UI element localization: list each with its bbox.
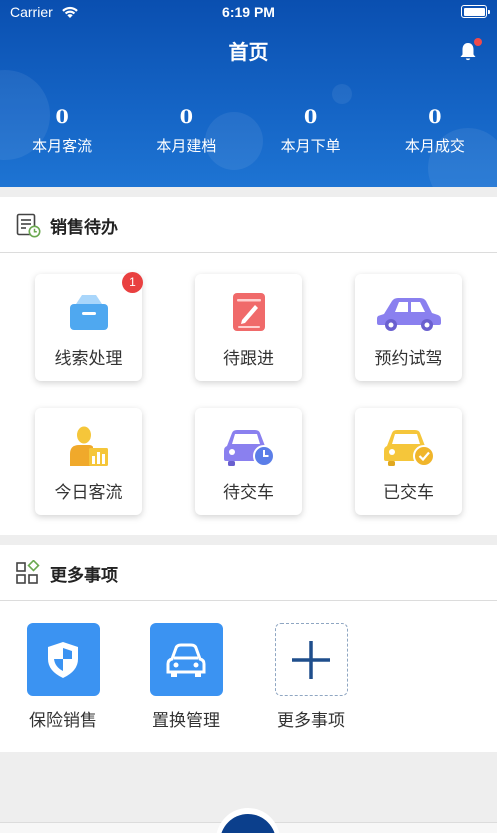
card-label: 预约试驾: [374, 349, 443, 369]
sales-todo-section: 销售待办 线索处理 1 待跟进 预约试驾 今日客流 待交车 已交车: [0, 197, 497, 535]
more-trade-in-management[interactable]: 置换管理: [141, 623, 231, 731]
card-pending-followup[interactable]: 待跟进: [195, 274, 302, 381]
stat-value: 0: [304, 106, 318, 128]
card-delivered[interactable]: 已交车: [355, 408, 462, 515]
stat-monthly-orders[interactable]: 0 本月下单: [249, 104, 373, 156]
status-bar: Carrier 6:19 PM: [0, 0, 497, 26]
stat-value: 0: [179, 106, 193, 128]
count-badge: 1: [122, 272, 143, 293]
more-label: 保险销售: [29, 711, 97, 731]
monthly-stats: 0 本月客流 0 本月建档 0 本月下单 0 本月成交: [0, 104, 497, 156]
more-label: 置换管理: [152, 711, 220, 731]
card-pending-delivery[interactable]: 待交车: [195, 408, 302, 515]
card-label: 待交车: [223, 483, 274, 503]
stat-label: 本月客流: [32, 137, 93, 155]
stat-monthly-files[interactable]: 0 本月建档: [124, 104, 248, 156]
stat-value: 0: [55, 106, 69, 128]
more-label: 更多事项: [277, 711, 345, 731]
car-front-icon: [166, 643, 206, 677]
header: Carrier 6:19 PM 首页 0 本月客流 0 本月建档 0 本月下单 …: [0, 0, 497, 187]
car-side-icon: [376, 298, 441, 331]
car-clock-icon: [223, 430, 275, 467]
stat-label: 本月下单: [280, 137, 341, 155]
stat-label: 本月建档: [156, 137, 217, 155]
section-title: 更多事项: [50, 566, 118, 586]
more-insurance-sales[interactable]: 保险销售: [18, 623, 108, 731]
card-label: 已交车: [383, 483, 434, 503]
sales-todo-header: 销售待办: [0, 197, 497, 253]
card-label: 今日客流: [54, 483, 123, 503]
battery-icon: [461, 5, 490, 18]
notebook-icon: [232, 293, 265, 331]
stat-monthly-deals[interactable]: 0 本月成交: [373, 104, 497, 156]
page-title: 首页: [228, 40, 269, 64]
person-chart-icon: [69, 426, 108, 466]
card-label: 待跟进: [223, 349, 274, 369]
car-check-icon: [383, 430, 435, 467]
grid-icon: [16, 560, 40, 584]
clock: 6:19 PM: [222, 4, 275, 20]
section-title: 销售待办: [50, 218, 118, 238]
card-test-drive-booking[interactable]: 预约试驾: [355, 274, 462, 381]
stat-label: 本月成交: [404, 137, 465, 155]
more-items-section: 更多事项 保险销售 置换管理 更多事项: [0, 545, 497, 752]
more-other-items[interactable]: 更多事项: [266, 623, 356, 731]
shield-icon: [48, 641, 78, 678]
plus-icon: [292, 640, 330, 679]
todo-list-icon: [16, 213, 41, 238]
card-label: 线索处理: [54, 349, 123, 369]
card-lead-processing[interactable]: 线索处理 1: [35, 272, 143, 381]
stat-value: 0: [428, 106, 442, 128]
card-today-traffic[interactable]: 今日客流: [35, 408, 142, 515]
notification-dot: [474, 38, 482, 46]
more-items-header: 更多事项: [0, 545, 497, 601]
stat-monthly-traffic[interactable]: 0 本月客流: [0, 104, 124, 156]
inbox-icon: [69, 295, 108, 330]
